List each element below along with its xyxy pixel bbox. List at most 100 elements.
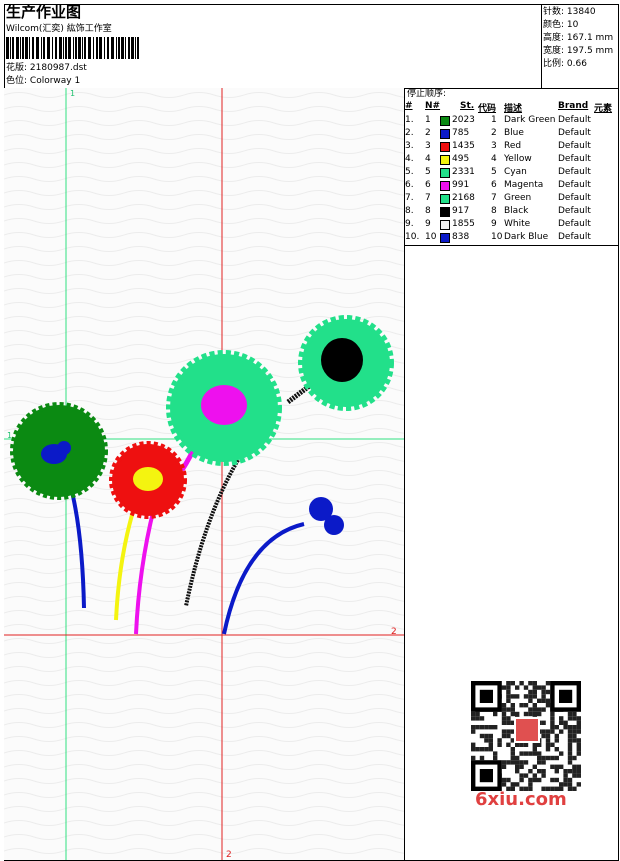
colorway: 色位: Colorway 1 bbox=[6, 76, 80, 87]
header-brand: Brand bbox=[558, 101, 589, 111]
header-desc: 描述 bbox=[504, 104, 523, 114]
row-brand: Default bbox=[558, 180, 591, 190]
design-canvas[interactable]: 1 1 2 2 bbox=[4, 88, 405, 860]
row-stitches: 785 bbox=[452, 128, 470, 138]
design-label: 花版: bbox=[6, 63, 28, 73]
row-brand: Default bbox=[558, 141, 591, 151]
sequence-row[interactable]: 10. 10 838 10 Dark Blue Default bbox=[405, 231, 619, 244]
embroidery-preview: 1 1 2 2 bbox=[4, 88, 404, 860]
marker-right: 2 bbox=[391, 627, 397, 637]
row-num: 10. bbox=[405, 232, 420, 242]
row-stitches: 1435 bbox=[452, 141, 475, 151]
row-num: 2. bbox=[405, 128, 414, 138]
design-filename: 花版: 2180987.dst bbox=[6, 63, 87, 74]
stat-label: 比例: bbox=[543, 59, 565, 69]
row-code: 7 bbox=[491, 193, 497, 203]
stat-label: 颜色: bbox=[543, 20, 565, 30]
row-desc: Dark Blue bbox=[504, 232, 549, 242]
row-needle: 4 bbox=[425, 154, 431, 164]
row-stitches: 2331 bbox=[452, 167, 475, 177]
color-swatch bbox=[440, 233, 450, 243]
qr-code-image bbox=[471, 681, 581, 791]
stat-scale: 比例: 0.66 bbox=[543, 58, 587, 70]
row-stitches: 838 bbox=[452, 232, 470, 242]
row-needle: 10 bbox=[425, 232, 437, 242]
row-stitches: 1855 bbox=[452, 219, 475, 229]
stat-label: 针数: bbox=[543, 7, 565, 17]
row-stitches: 2168 bbox=[452, 193, 475, 203]
row-code: 3 bbox=[491, 141, 497, 151]
row-desc: Cyan bbox=[504, 167, 527, 177]
row-needle: 7 bbox=[425, 193, 431, 203]
sequence-row[interactable]: 6. 6 991 6 Magenta Default bbox=[405, 179, 619, 192]
stat-value: 10 bbox=[566, 20, 579, 30]
flower-cyan-center bbox=[166, 350, 282, 466]
color-swatch bbox=[440, 142, 450, 152]
header-num: # bbox=[405, 101, 413, 111]
row-stitches: 991 bbox=[452, 180, 470, 190]
row-num: 7. bbox=[405, 193, 414, 203]
row-brand: Default bbox=[558, 154, 591, 164]
sequence-row[interactable]: 9. 9 1855 9 White Default bbox=[405, 218, 619, 231]
header-stitches: St. bbox=[460, 101, 475, 111]
marker-left: 1 bbox=[7, 431, 12, 440]
sequence-row[interactable]: 1. 1 2023 1 Dark Green Default bbox=[405, 114, 619, 127]
flower-cyan-right bbox=[298, 315, 394, 411]
color-swatch bbox=[440, 207, 450, 217]
stat-label: 宽度: bbox=[543, 46, 565, 56]
sequence-divider bbox=[404, 245, 619, 246]
sequence-row[interactable]: 7. 7 2168 7 Green Default bbox=[405, 192, 619, 205]
row-brand: Default bbox=[558, 128, 591, 138]
color-swatch bbox=[440, 194, 450, 204]
stat-width: 宽度: 197.5 mm bbox=[543, 45, 613, 57]
stat-value: 0.66 bbox=[566, 59, 587, 69]
color-swatch bbox=[440, 168, 450, 178]
stat-value: 197.5 mm bbox=[566, 46, 614, 56]
color-swatch bbox=[440, 155, 450, 165]
colorway-label: 色位: bbox=[6, 76, 28, 86]
row-desc: Dark Green bbox=[504, 115, 556, 125]
row-code: 6 bbox=[491, 180, 497, 190]
row-desc: Yellow bbox=[504, 154, 532, 164]
barcode-image bbox=[6, 37, 139, 59]
row-code: 8 bbox=[491, 206, 497, 216]
row-num: 1. bbox=[405, 115, 414, 125]
row-num: 3. bbox=[405, 141, 414, 151]
row-needle: 8 bbox=[425, 206, 431, 216]
row-brand: Default bbox=[558, 206, 591, 216]
sequence-row[interactable]: 4. 4 495 4 Yellow Default bbox=[405, 153, 619, 166]
row-desc: Magenta bbox=[504, 180, 544, 190]
stat-value: 13840 bbox=[566, 7, 596, 17]
row-code: 10 bbox=[491, 232, 503, 242]
stat-height: 高度: 167.1 mm bbox=[543, 32, 613, 44]
color-swatch bbox=[440, 220, 450, 230]
row-stitches: 2023 bbox=[452, 115, 475, 125]
sequence-row[interactable]: 5. 5 2331 5 Cyan Default bbox=[405, 166, 619, 179]
sequence-row[interactable]: 3. 3 1435 3 Red Default bbox=[405, 140, 619, 153]
header-n: N# bbox=[425, 101, 441, 111]
page-title: 生产作业图 bbox=[6, 3, 82, 21]
row-brand: Default bbox=[558, 219, 591, 229]
row-desc: Black bbox=[504, 206, 529, 216]
row-stitches: 495 bbox=[452, 154, 470, 164]
design-value: 2180987.dst bbox=[29, 63, 87, 73]
sequence-row[interactable]: 8. 8 917 8 Black Default bbox=[405, 205, 619, 218]
row-desc: Green bbox=[504, 193, 532, 203]
row-code: 5 bbox=[491, 167, 497, 177]
stat-stitches: 针数: 13840 bbox=[543, 6, 596, 18]
row-num: 6. bbox=[405, 180, 414, 190]
stat-value: 167.1 mm bbox=[566, 33, 614, 43]
row-num: 4. bbox=[405, 154, 414, 164]
row-code: 4 bbox=[491, 154, 497, 164]
row-num: 8. bbox=[405, 206, 414, 216]
row-needle: 3 bbox=[425, 141, 431, 151]
row-num: 9. bbox=[405, 219, 414, 229]
stop-sequence-table: 停止顺序: # N# St. 代码 描述 Brand 元素 1. 1 2023 1 Da… bbox=[405, 88, 619, 246]
sequence-title: 停止顺序: bbox=[407, 89, 447, 99]
flower-dark-green bbox=[10, 402, 108, 500]
row-brand: Default bbox=[558, 167, 591, 177]
row-brand: Default bbox=[558, 193, 591, 203]
color-swatch bbox=[440, 129, 450, 139]
sequence-row[interactable]: 2. 2 785 2 Blue Default bbox=[405, 127, 619, 140]
stat-label: 高度: bbox=[543, 33, 565, 43]
